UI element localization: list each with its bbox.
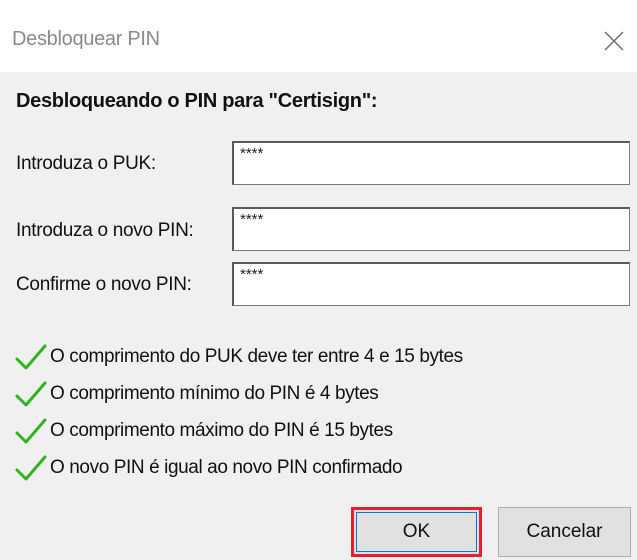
check-icon <box>15 455 47 480</box>
confirm-pin-label: Confirme o novo PIN: <box>16 274 192 295</box>
rule-pin-max-length: O comprimento máximo do PIN é 15 bytes <box>14 412 463 449</box>
rule-pin-min-length: O comprimento mínimo do PIN é 4 bytes <box>14 375 463 412</box>
rule-pin-match: O novo PIN é igual ao novo PIN confirmad… <box>14 449 463 486</box>
check-icon <box>15 381 47 406</box>
rule-text: O novo PIN é igual ao novo PIN confirmad… <box>50 456 403 478</box>
unblock-pin-dialog: Desbloquear PIN Desbloqueando o PIN para… <box>0 0 637 560</box>
close-icon <box>604 31 624 51</box>
puk-label: Introduza o PUK: <box>16 153 156 174</box>
title-bar[interactable]: Desbloquear PIN <box>0 0 637 72</box>
validation-rules: O comprimento do PUK deve ter entre 4 e … <box>14 338 463 486</box>
dialog-heading: Desbloqueando o PIN para "Certisign": <box>16 90 378 112</box>
rule-text: O comprimento mínimo do PIN é 4 bytes <box>50 382 379 404</box>
cancel-button-label: Cancelar <box>526 521 603 542</box>
check-icon <box>15 418 47 443</box>
check-icon <box>15 344 47 369</box>
new-pin-label: Introduza o novo PIN: <box>16 220 194 241</box>
rule-text: O comprimento do PUK deve ter entre 4 e … <box>50 345 463 367</box>
confirm-pin-field[interactable]: **** <box>232 262 630 306</box>
puk-field[interactable]: **** <box>232 141 630 185</box>
window-title: Desbloquear PIN <box>12 28 160 50</box>
new-pin-field[interactable]: **** <box>232 207 630 251</box>
rule-puk-length: O comprimento do PUK deve ter entre 4 e … <box>14 338 463 375</box>
rule-text: O comprimento máximo do PIN é 15 bytes <box>50 419 393 441</box>
ok-button[interactable]: OK <box>351 507 482 557</box>
cancel-button[interactable]: Cancelar <box>498 507 631 557</box>
focus-ring <box>356 512 477 552</box>
close-button[interactable] <box>591 18 637 64</box>
